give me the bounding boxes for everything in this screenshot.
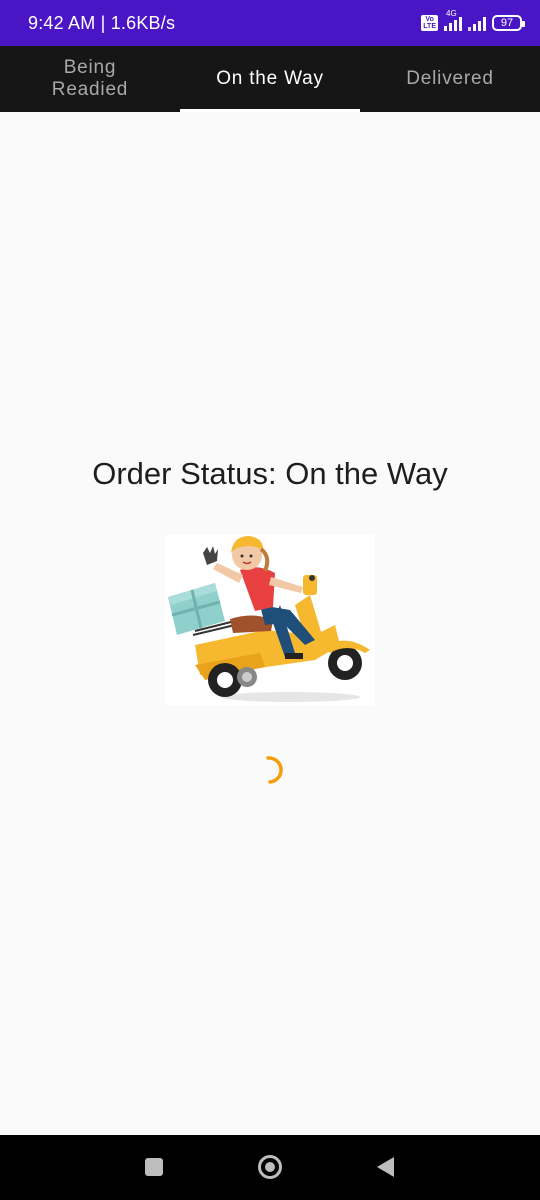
signal-4g-icon: 4G [444,9,462,31]
home-circle-icon[interactable] [257,1154,283,1180]
tab-bar: Being Readied On the Way Delivered [0,46,540,112]
back-triangle-icon[interactable] [374,1155,398,1179]
status-icons: Vo LTE 4G 97 [421,9,525,31]
battery-icon: 97 [492,15,525,31]
recents-square-icon[interactable] [142,1155,166,1179]
battery-level: 97 [500,16,514,29]
tab-label: Being Readied [51,57,129,100]
status-time-speed: 9:42 AM | 1.6KB/s [28,12,176,33]
tab-on-the-way[interactable]: On the Way [180,46,360,112]
tab-label: On the Way [216,68,324,89]
tab-being-readied[interactable]: Being Readied [0,46,180,112]
volte-icon: Vo LTE [421,15,438,31]
delivery-scooter-image [165,535,375,705]
signal-icon [468,15,486,31]
tab-label: Delivered [406,68,494,89]
loading-spinner [252,752,288,788]
status-bar: 9:42 AM | 1.6KB/s Vo LTE 4G 97 [0,0,540,46]
order-status-title: Order Status: On the Way [92,456,448,491]
tab-indicator [180,109,360,112]
network-type-label: 4G [446,9,457,18]
tab-delivered[interactable]: Delivered [360,46,540,112]
navigation-bar [0,1135,540,1200]
